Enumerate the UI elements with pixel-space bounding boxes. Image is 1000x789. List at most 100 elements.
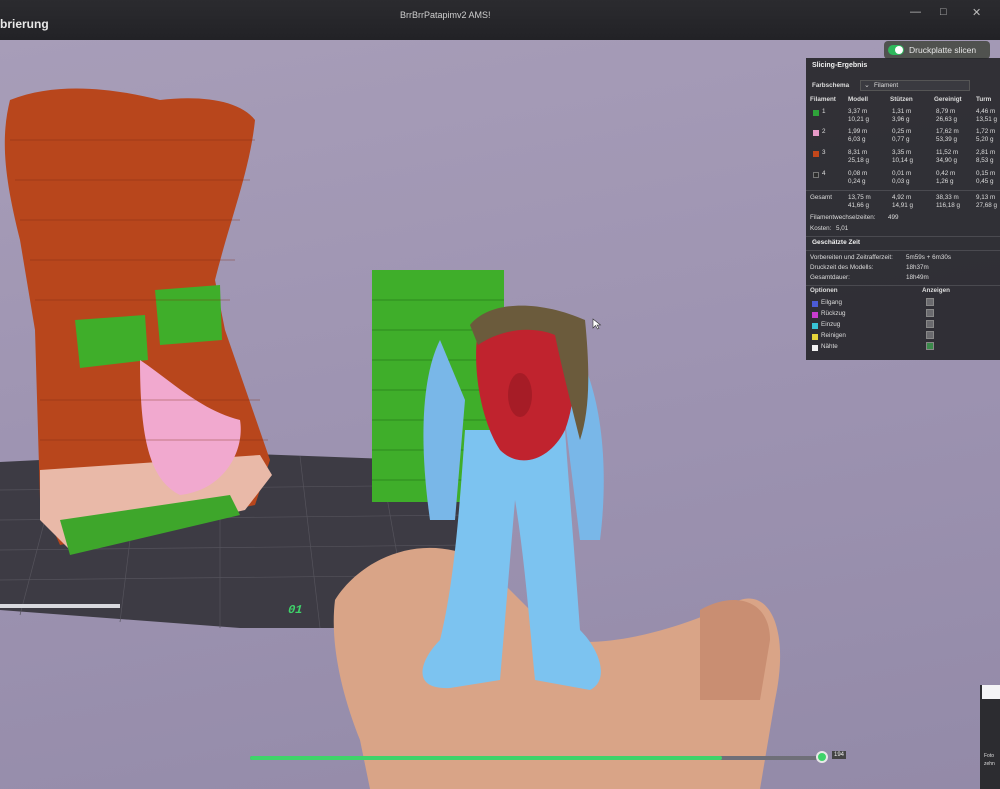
option-label-retract: Rückzug (821, 310, 846, 317)
table-cell: 8,79 m (936, 108, 956, 115)
column-header-stuetzen: Stützen (890, 96, 913, 103)
tab-calibration[interactable]: brierung (0, 17, 49, 31)
option-label-unretract: Einzug (821, 321, 841, 328)
total-time-value: 18h49m (906, 274, 929, 281)
chevron-down-icon: ⌄ (864, 82, 870, 89)
divider (806, 285, 1000, 286)
column-header-turm: Turm (976, 96, 992, 103)
total-label: Gesamt (810, 194, 833, 201)
divider (806, 250, 1000, 251)
filament-swatch-3 (813, 151, 819, 157)
option-checkbox-retract[interactable] (926, 309, 934, 317)
option-label-wipe: Reinigen (821, 332, 846, 339)
table-cell: 0,15 m (976, 170, 996, 177)
table-cell: 3,37 m (848, 108, 868, 115)
option-checkbox-seams[interactable] (926, 342, 934, 350)
column-header-gereinigt: Gereinigt (934, 96, 962, 103)
option-label-seams: Nähte (821, 343, 838, 350)
table-cell: 17,62 m (936, 128, 959, 135)
table-cell: 0,01 m (892, 170, 912, 177)
minimize-icon[interactable]: — (910, 6, 921, 18)
table-cell: 34,90 g (936, 157, 958, 164)
table-cell: 1,26 g (936, 178, 954, 185)
prep-time-label: Vorbereiten und Zeitrafferzeit: (810, 254, 893, 261)
table-cell: 0,08 m (848, 170, 868, 177)
option-swatch-travel (812, 301, 818, 307)
table-cell: 0,24 g (848, 178, 866, 185)
color-scheme-label: Farbschema (812, 82, 850, 89)
option-checkbox-wipe[interactable] (926, 331, 934, 339)
slice-plate-button[interactable]: Druckplatte slicen (884, 41, 990, 59)
filament-swatch-1 (813, 110, 819, 116)
panel-title: Slicing-Ergebnis (812, 62, 868, 69)
layer-slider-fill (250, 756, 722, 760)
layer-slider-handle[interactable] (816, 751, 828, 763)
table-cell: 11,52 m (936, 149, 959, 156)
costs-label: Kosten: (810, 225, 832, 232)
table-cell: 5,20 g (976, 136, 994, 143)
print-time-value: 18h37m (906, 264, 929, 271)
divider (806, 190, 1000, 191)
column-header-modell: Modell (848, 96, 868, 103)
show-header: Anzeigen (922, 287, 950, 294)
table-cell: 6,03 g (848, 136, 866, 143)
option-checkbox-unretract[interactable] (926, 320, 934, 328)
plate-edge-strip (0, 604, 120, 608)
option-label-travel: Eilgang (821, 299, 843, 306)
table-cell: 3,35 m (892, 149, 912, 156)
estimated-time-header: Geschätzte Zeit (812, 239, 861, 246)
costs-value: 5,01 (836, 225, 849, 232)
column-header-filament: Filament (810, 96, 836, 103)
filament-swatch-2 (813, 130, 819, 136)
table-cell: 9,13 m (976, 194, 996, 201)
table-cell: 1,31 m (892, 108, 912, 115)
option-swatch-wipe (812, 334, 818, 340)
option-checkbox-travel[interactable] (926, 298, 934, 306)
sliced-model (4, 88, 272, 555)
color-scheme-value: Filament (874, 82, 899, 89)
option-swatch-retract (812, 312, 818, 318)
maximize-icon[interactable]: □ (940, 6, 947, 18)
color-scheme-select[interactable]: ⌄ Filament (860, 80, 970, 91)
filament-id: 1 (822, 108, 826, 115)
table-cell: 0,25 m (892, 128, 912, 135)
filament-id: 2 (822, 128, 826, 135)
filament-changes-label: Filamentwechselzeiten: (810, 214, 876, 221)
mouse-cursor-icon (592, 318, 602, 330)
table-cell: 2,81 m (976, 149, 996, 156)
table-cell: 26,63 g (936, 116, 958, 123)
table-cell: 0,03 g (892, 178, 910, 185)
filament-swatch-4 (813, 172, 819, 178)
table-cell: 38,33 m (936, 194, 959, 201)
option-swatch-seams (812, 345, 818, 351)
table-cell: 4,92 m (892, 194, 912, 201)
table-cell: 27,68 g (976, 202, 998, 209)
corner-notice: Foto zehn (980, 685, 1000, 789)
filament-changes-value: 499 (888, 214, 899, 221)
layer-slider[interactable] (250, 756, 825, 760)
table-cell: 8,31 m (848, 149, 868, 156)
table-cell: 10,14 g (892, 157, 914, 164)
table-cell: 0,77 g (892, 136, 910, 143)
table-cell: 13,75 m (848, 194, 871, 201)
table-cell: 3,96 g (892, 116, 910, 123)
table-cell: 1,99 m (848, 128, 868, 135)
table-cell: 10,21 g (848, 116, 870, 123)
table-cell: 0,42 m (936, 170, 956, 177)
slicing-results-panel: Slicing-Ergebnis Farbschema ⌄ Filament F… (806, 58, 1000, 360)
filament-id: 3 (822, 149, 826, 156)
table-cell: 4,46 m (976, 108, 996, 115)
prep-time-value: 5m59s + 6m30s (906, 254, 951, 261)
table-cell: 13,51 g (976, 116, 998, 123)
title-bar: brierung BrrBrrPatapimv2 AMS! — □ ✕ (0, 0, 1000, 40)
table-cell: 0,45 g (976, 178, 994, 185)
table-cell: 8,53 g (976, 157, 994, 164)
close-icon[interactable]: ✕ (972, 6, 981, 19)
table-cell: 25,18 g (848, 157, 870, 164)
corner-notice-line-1: Foto (984, 753, 995, 759)
window-title: BrrBrrPatapimv2 AMS! (400, 10, 491, 20)
corner-notice-line-2: zehn (984, 761, 995, 767)
table-cell: 41,66 g (848, 202, 870, 209)
options-header: Optionen (810, 287, 838, 294)
filament-id: 4 (822, 170, 826, 177)
